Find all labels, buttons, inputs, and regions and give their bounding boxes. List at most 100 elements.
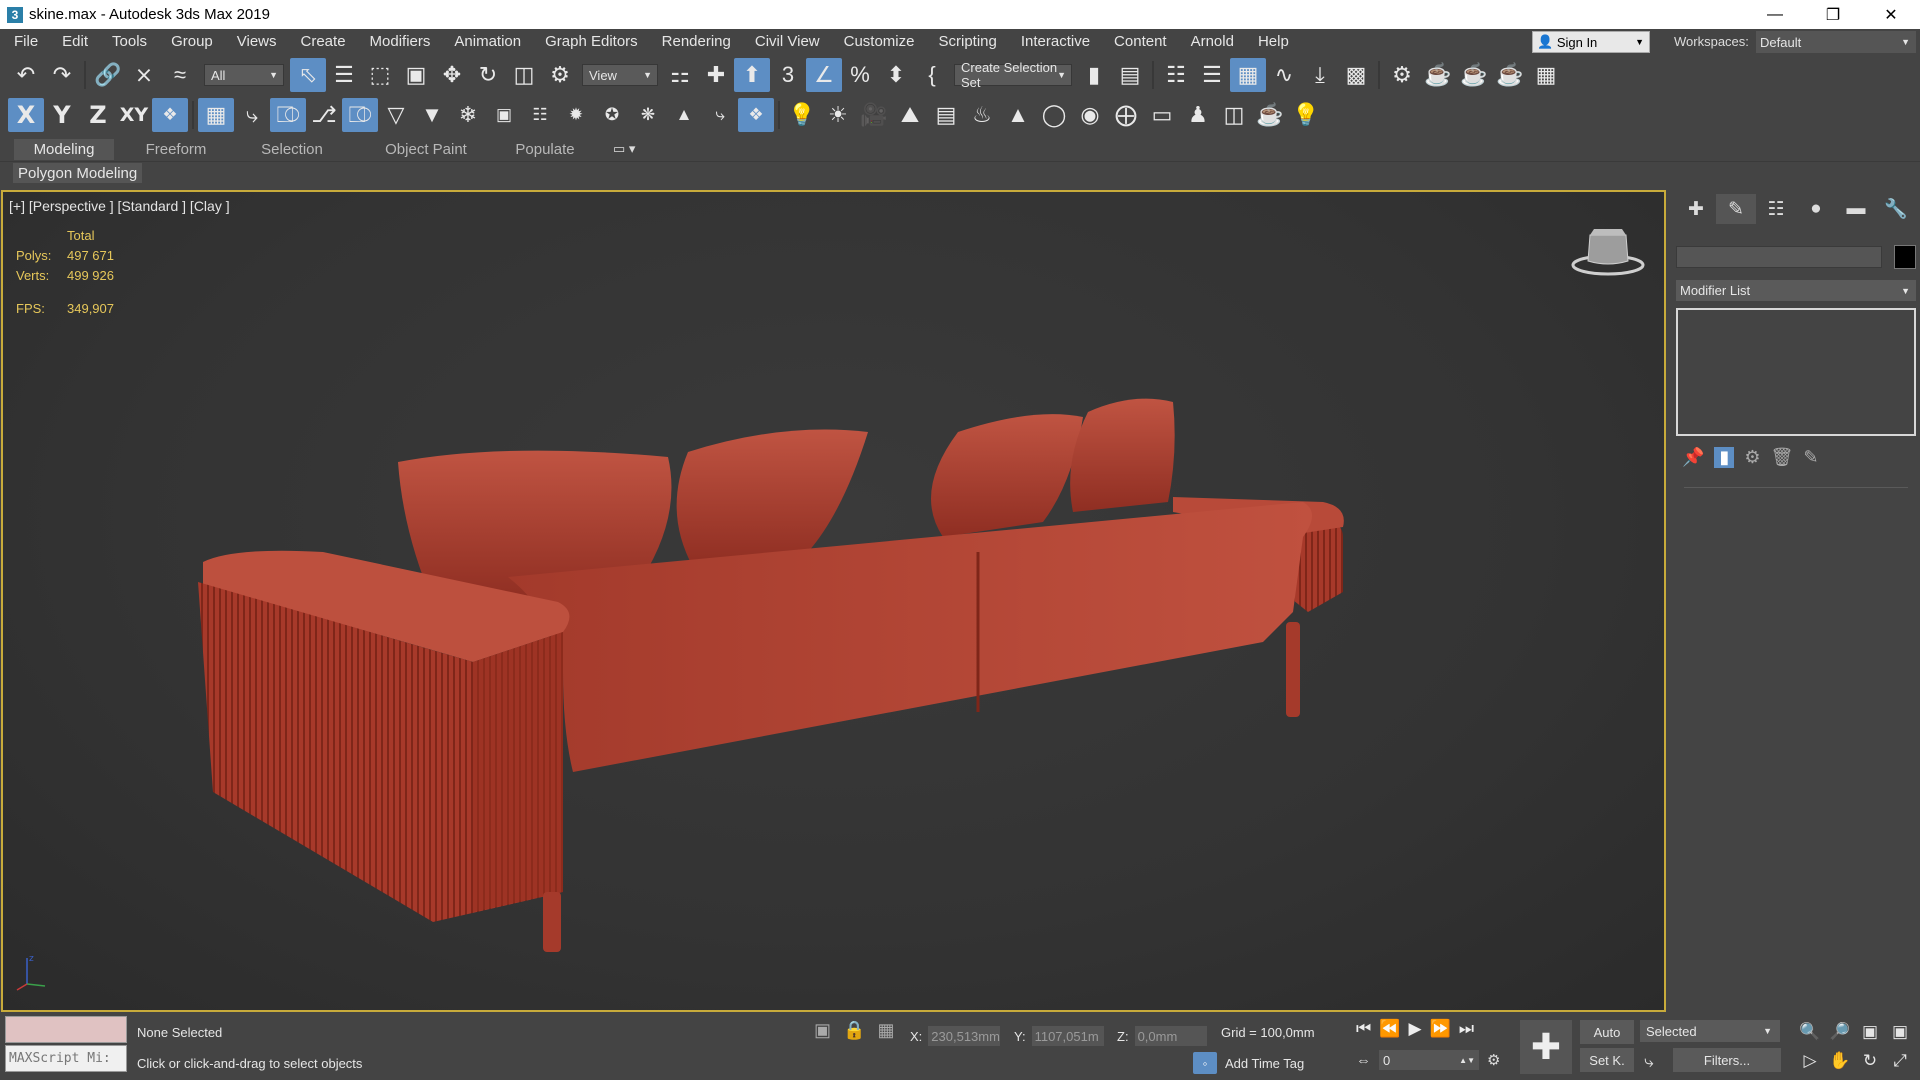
- motion-tab-icon[interactable]: ●: [1796, 194, 1836, 224]
- restore-button[interactable]: ❐: [1804, 0, 1862, 29]
- curve-editor-icon[interactable]: ∿: [1266, 58, 1302, 92]
- mini-listener-area[interactable]: [5, 1016, 127, 1043]
- rectangular-selection-icon[interactable]: ⬚: [362, 58, 398, 92]
- utilities-tab-icon[interactable]: 🔧: [1876, 194, 1916, 224]
- isolate-selection-icon[interactable]: ▣: [814, 1020, 831, 1041]
- zoom-extents-all-icon[interactable]: ▣: [1886, 1018, 1914, 1045]
- named-selection-set-select[interactable]: Create Selection Set ▼: [954, 60, 1072, 90]
- close-button[interactable]: ✕: [1862, 0, 1920, 29]
- midpoint-snap-icon[interactable]: ⎄: [342, 98, 378, 132]
- key-tangent-icon[interactable]: ⤷: [1644, 1052, 1654, 1072]
- scene-explorer-icon[interactable]: ☷: [1158, 58, 1194, 92]
- window-crossing-icon[interactable]: ▣: [398, 58, 434, 92]
- pan-icon[interactable]: ✋: [1826, 1047, 1854, 1074]
- menu-interactive[interactable]: Interactive: [1009, 33, 1102, 50]
- key-filter-select[interactable]: Selected ▼: [1640, 1020, 1780, 1042]
- sofa-model[interactable]: [3, 192, 1664, 1010]
- go-to-end-icon[interactable]: ⏭: [1459, 1019, 1474, 1039]
- z-field[interactable]: 0,0mm: [1134, 1026, 1207, 1046]
- snap-axis-constraint-icon[interactable]: ❖: [152, 98, 188, 132]
- edge-snap-icon[interactable]: ▽: [378, 98, 414, 132]
- zoom-all-icon[interactable]: 🔎: [1826, 1018, 1854, 1045]
- tangent-snap-icon[interactable]: ✹: [558, 98, 594, 132]
- redo-icon[interactable]: ↷: [44, 58, 80, 92]
- torus-icon[interactable]: ◯: [1036, 98, 1072, 132]
- scale-icon[interactable]: ◫: [506, 58, 542, 92]
- time-configuration-icon[interactable]: ⚙: [1487, 1051, 1500, 1069]
- face-snap-icon[interactable]: ▼: [414, 98, 450, 132]
- spinner-icon[interactable]: ▲▼: [1459, 1056, 1475, 1065]
- tab-populate[interactable]: Populate: [500, 139, 590, 160]
- menu-scripting[interactable]: Scripting: [926, 33, 1008, 50]
- modifier-stack[interactable]: [1676, 308, 1916, 436]
- pivot-point-snap-icon[interactable]: ▲: [666, 98, 702, 132]
- percent-snap-icon[interactable]: %: [842, 58, 878, 92]
- selection-filter-select[interactable]: All ▼: [204, 64, 284, 86]
- go-to-start-icon[interactable]: ⏮: [1356, 1019, 1371, 1039]
- edit-named-selection-icon[interactable]: {: [914, 58, 950, 92]
- set-key-big-button[interactable]: ✚: [1520, 1020, 1572, 1074]
- rotate-icon[interactable]: ↻: [470, 58, 506, 92]
- axis-z-button[interactable]: Z: [80, 98, 116, 132]
- text-shape-icon[interactable]: ▤: [928, 98, 964, 132]
- viewport-label[interactable]: [+] [Perspective ] [Standard ] [Clay ]: [9, 198, 230, 214]
- menu-customize[interactable]: Customize: [832, 33, 927, 50]
- snap-to-frozen-icon[interactable]: ⤷: [702, 98, 738, 132]
- modify-tab-icon[interactable]: ✎: [1716, 194, 1756, 224]
- material-editor-icon[interactable]: ▩: [1338, 58, 1374, 92]
- grid-points-snap-icon[interactable]: ▦: [198, 98, 234, 132]
- align-icon[interactable]: ▤: [1112, 58, 1148, 92]
- plane-icon[interactable]: ▭: [1144, 98, 1180, 132]
- orbit-icon[interactable]: ↻: [1856, 1047, 1884, 1074]
- lightbulb-icon[interactable]: 💡: [1288, 98, 1324, 132]
- cylinder-icon[interactable]: ◫: [1216, 98, 1252, 132]
- menu-graph-editors[interactable]: Graph Editors: [533, 33, 650, 50]
- axis-xy-button[interactable]: XY: [116, 98, 152, 132]
- menu-civil-view[interactable]: Civil View: [743, 33, 832, 50]
- key-mode-toggle-icon[interactable]: ⇔: [1356, 1052, 1371, 1069]
- reference-coordinate-select[interactable]: View ▼: [582, 64, 658, 86]
- render-in-cloud-icon[interactable]: ▦: [1528, 58, 1564, 92]
- bind-space-warp-icon[interactable]: ≈: [162, 58, 198, 92]
- toggle-ribbon-icon[interactable]: ▦: [1230, 58, 1266, 92]
- previous-frame-icon[interactable]: ⏪: [1379, 1019, 1400, 1039]
- move-icon[interactable]: ✥: [434, 58, 470, 92]
- sphere-icon[interactable]: ◉: [1072, 98, 1108, 132]
- tree-icon[interactable]: ▲: [1000, 98, 1036, 132]
- select-object-icon[interactable]: ⬁: [290, 58, 326, 92]
- pivot-snap-icon[interactable]: ⤷: [234, 98, 270, 132]
- make-unique-icon[interactable]: ⚙: [1744, 447, 1760, 468]
- mirror-icon[interactable]: ▮: [1076, 58, 1112, 92]
- polygon-modeling-panel[interactable]: Polygon Modeling: [13, 163, 143, 183]
- render-setup-icon[interactable]: ⚙: [1384, 58, 1420, 92]
- teapot-icon[interactable]: ☕: [1252, 98, 1288, 132]
- menu-edit[interactable]: Edit: [50, 33, 100, 50]
- perspective-viewport[interactable]: [+] [Perspective ] [Standard ] [Clay ] T…: [1, 190, 1666, 1012]
- zoom-icon[interactable]: 🔍: [1796, 1018, 1824, 1045]
- y-field[interactable]: 1107,051m: [1031, 1026, 1104, 1046]
- freeze-icon[interactable]: ❄: [450, 98, 486, 132]
- menu-tools[interactable]: Tools: [100, 33, 159, 50]
- tab-selection[interactable]: Selection: [242, 139, 342, 160]
- center-face-snap-icon[interactable]: ❋: [630, 98, 666, 132]
- menu-group[interactable]: Group: [159, 33, 225, 50]
- menu-help[interactable]: Help: [1246, 33, 1301, 50]
- sun-icon[interactable]: ☀: [820, 98, 856, 132]
- menu-file[interactable]: File: [0, 33, 50, 50]
- endpoint-snap-icon[interactable]: ⎇: [306, 98, 342, 132]
- display-tab-icon[interactable]: ▬: [1836, 194, 1876, 224]
- menu-animation[interactable]: Animation: [442, 33, 533, 50]
- maxscript-listener-input[interactable]: MAXScript Mi:: [5, 1045, 127, 1072]
- light-icon[interactable]: 💡: [784, 98, 820, 132]
- render-activeshade-icon[interactable]: ☕: [1492, 58, 1528, 92]
- place-icon[interactable]: ⚙: [542, 58, 578, 92]
- terrain-icon[interactable]: ⛰: [892, 98, 928, 132]
- angle-snap-icon[interactable]: ∠: [806, 58, 842, 92]
- select-manipulate-icon[interactable]: ✚: [698, 58, 734, 92]
- maximize-viewport-icon[interactable]: ⤢: [1886, 1047, 1914, 1074]
- box-icon[interactable]: ⨁: [1108, 98, 1144, 132]
- ribbon-options-icon[interactable]: ▭ ▾: [613, 141, 635, 157]
- unlink-icon[interactable]: ⨯: [126, 58, 162, 92]
- schematic-view-icon[interactable]: ⤓: [1302, 58, 1338, 92]
- modifier-list-select[interactable]: Modifier List ▼: [1676, 280, 1916, 301]
